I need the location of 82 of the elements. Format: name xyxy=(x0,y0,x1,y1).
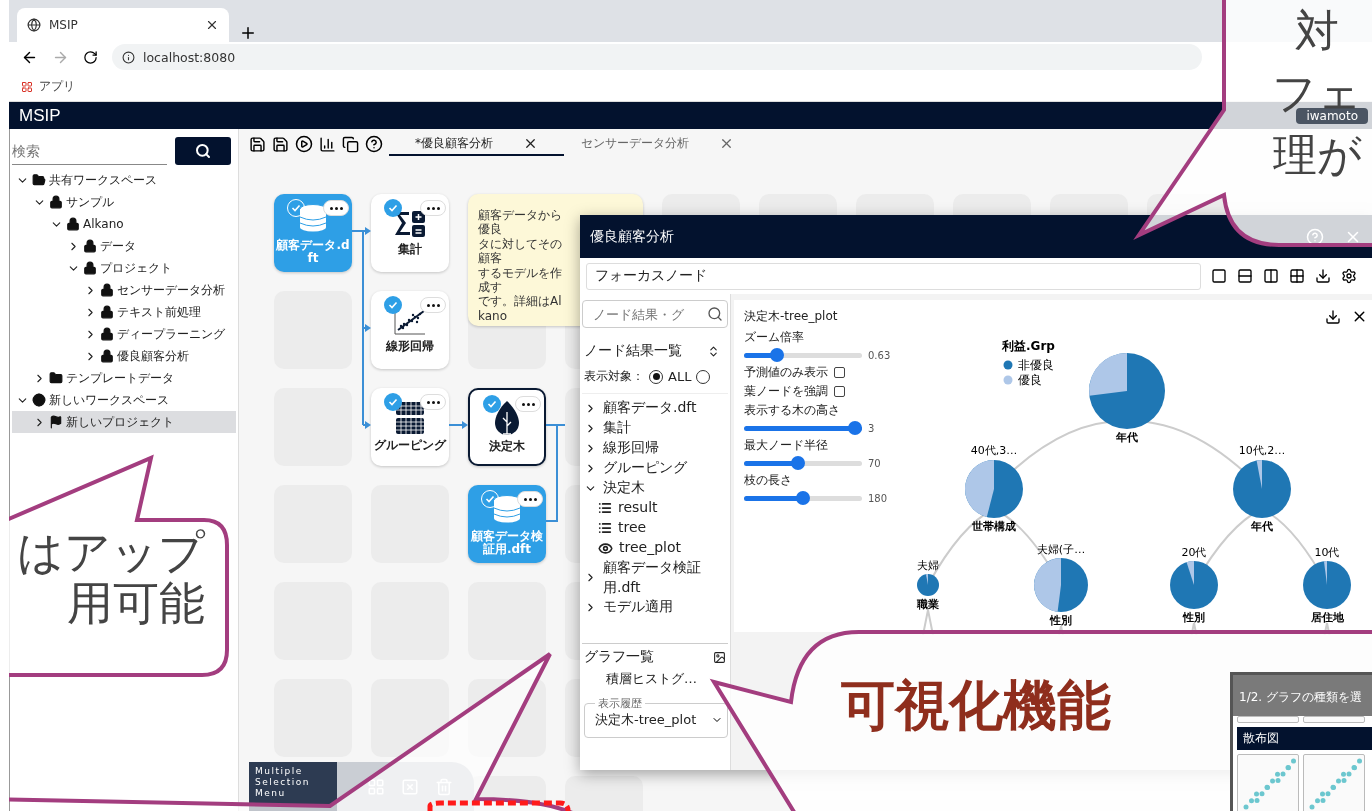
address-bar[interactable]: localhost:8080 xyxy=(112,44,1202,70)
node-label: 職業 xyxy=(917,598,939,611)
section-heading: ノード結果一覧 xyxy=(584,342,682,360)
workspace-item[interactable]: テンプレートデータ xyxy=(12,367,236,389)
note-text: 顧客データから優良 xyxy=(478,208,563,237)
workspace-item[interactable]: 共有ワークスペース xyxy=(12,169,236,191)
workspace-item[interactable]: 新しいプロジェクト xyxy=(12,411,236,433)
result-search-field[interactable]: ノード結果・グ xyxy=(582,300,728,328)
node-name: 顧客データ.dft xyxy=(275,238,351,266)
filter-label: 表示対象： xyxy=(584,368,644,385)
workspace-item[interactable]: 新しいワークスペース xyxy=(12,389,236,411)
node-name: 集計 xyxy=(397,243,423,257)
editor-tab[interactable]: *優良顧客分析 xyxy=(389,132,564,156)
node-name: 決定木 xyxy=(488,440,526,454)
graph-item[interactable]: 積層ヒストグ… xyxy=(582,670,728,688)
slider-value: 0.63 xyxy=(868,349,891,361)
workspace-item[interactable]: テキスト前処理 xyxy=(12,301,236,323)
edge-label: 10代,2… xyxy=(1238,444,1286,457)
callout-text: 可視化機能 xyxy=(841,676,1111,736)
edge-label: 10代 xyxy=(1314,546,1340,559)
control-label: 表示する木の高さ xyxy=(744,402,841,419)
node-name: 顧客データ検証用.dft xyxy=(470,529,544,557)
checkbox-label: 葉ノードを強調 xyxy=(744,383,828,400)
result-item[interactable]: モデル適用 xyxy=(582,597,728,618)
workspace-item[interactable]: データ xyxy=(12,235,236,257)
legend-label: 優良 xyxy=(1018,373,1042,387)
workflow-node[interactable]: 集計 xyxy=(371,194,449,272)
bookmark-link[interactable]: アプリ xyxy=(39,78,75,95)
node-label: 年代 xyxy=(1116,431,1138,444)
control-label: 最大ノード半径 xyxy=(744,437,829,454)
checkbox-label: 予測値のみ表示 xyxy=(744,364,828,381)
result-item[interactable]: tree xyxy=(582,518,728,538)
node-label: 性別 xyxy=(1183,611,1205,624)
edge-label: 夫婦(子… xyxy=(1036,543,1086,556)
node-name: 線形回帰 xyxy=(385,340,435,354)
workflow-node[interactable]: グルーピング xyxy=(371,388,449,466)
node-label: 居住地 xyxy=(1310,611,1344,624)
node-label: 年代 xyxy=(1251,520,1273,533)
edge-label: 夫婦 xyxy=(917,559,939,572)
workspace-item[interactable]: サンプル xyxy=(12,191,236,213)
slider-value: 70 xyxy=(868,457,881,469)
result-item[interactable]: 線形回帰 xyxy=(582,438,728,458)
result-item[interactable]: result xyxy=(582,498,728,518)
radio-label: ALL xyxy=(668,369,692,384)
legend-label: 非優良 xyxy=(1018,358,1054,372)
section-heading: グラフ一覧 xyxy=(584,648,654,666)
node-label: 世帯構成 xyxy=(972,520,1016,533)
dialog-title: 優良顧客分析 xyxy=(590,227,675,246)
slider-value: 180 xyxy=(868,492,888,504)
workspace-item[interactable]: プロジェクト xyxy=(12,257,236,279)
result-item[interactable]: tree_plot xyxy=(582,538,728,558)
slider-value: 3 xyxy=(868,422,875,434)
workflow-node[interactable]: 決定木 xyxy=(468,388,546,466)
node-name: グルーピング xyxy=(373,439,448,453)
workspace-item[interactable]: Alkano xyxy=(12,213,236,235)
callout-text: はアップ xyxy=(17,527,205,578)
callout-text: 用可能 xyxy=(67,577,205,629)
workspace-item[interactable]: 優良顧客分析 xyxy=(12,345,236,367)
panel-title: 1/2. グラフの種類を選 xyxy=(1233,675,1372,716)
legend-title: 利益.Grp xyxy=(1002,339,1055,353)
result-item[interactable]: 顧客データ検証用.dft xyxy=(582,558,728,598)
control-label: 枝の長さ xyxy=(744,472,793,489)
result-item[interactable]: グルーピング xyxy=(582,458,728,478)
note-text: するモデルを作成す xyxy=(478,265,563,295)
result-item[interactable]: 顧客データ.dft xyxy=(582,398,728,418)
note-text: タに対してその顧客 xyxy=(478,236,563,266)
control-label: ズーム倍率 xyxy=(744,329,805,346)
plot-title: 決定木-tree_plot xyxy=(744,308,839,325)
workspace-item[interactable]: センサーデータ分析 xyxy=(12,279,236,301)
browser-tab[interactable]: MSIP xyxy=(17,8,229,42)
section-heading: 散布図 xyxy=(1237,727,1372,750)
result-item[interactable]: 決定木 xyxy=(582,478,728,498)
workspace-item[interactable]: ディープラーニング xyxy=(12,323,236,345)
note-text: です。詳細はAlkano xyxy=(478,294,563,324)
app-title: MSIP xyxy=(19,105,61,126)
edge-label: 20代 xyxy=(1181,546,1207,559)
editor-tab[interactable]: センサーデータ分析 xyxy=(570,132,745,156)
focus-node-field[interactable]: フォーカスノード xyxy=(586,262,1201,290)
edge-label: 40代,3… xyxy=(970,444,1018,457)
result-item[interactable]: 集計 xyxy=(582,418,728,438)
node-label: 性別 xyxy=(1050,614,1072,627)
workflow-node[interactable]: 線形回帰 xyxy=(371,291,449,369)
